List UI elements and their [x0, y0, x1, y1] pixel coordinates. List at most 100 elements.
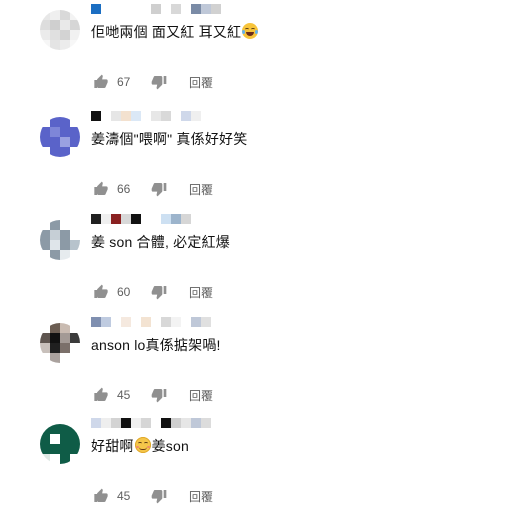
avatar-pixel [60, 117, 70, 127]
author-name-pixelated[interactable] [91, 213, 191, 225]
thumbs-down-icon[interactable] [151, 74, 167, 90]
thumbs-down-icon[interactable] [151, 181, 167, 197]
thumbs-up-icon[interactable] [93, 488, 109, 504]
avatar-pixel [40, 333, 50, 343]
avatar-pixel [50, 117, 60, 127]
name-pixel [191, 317, 201, 327]
name-pixel [181, 214, 191, 224]
name-gap [161, 4, 171, 14]
comment-text-before: 佢哋兩個 面又紅 耳又紅 [91, 24, 242, 40]
avatar-pixel [60, 424, 70, 434]
avatar[interactable] [40, 424, 80, 464]
avatar-pixel [40, 424, 50, 434]
name-gap [111, 4, 121, 14]
like-count: 45 [117, 489, 131, 503]
avatar-pixel [60, 230, 70, 240]
comment-text-after: 姜son [151, 438, 189, 454]
comment-text-before: 姜 son 合體, 必定紅爆 [91, 234, 230, 250]
avatar-pixel [60, 240, 70, 250]
name-pixel [121, 214, 131, 224]
comment-actions: 67 回覆 [93, 72, 213, 92]
like-count: 66 [117, 182, 131, 196]
avatar-pixel [60, 127, 70, 137]
name-pixel [91, 214, 101, 224]
avatar-pixel [60, 333, 70, 343]
reply-button[interactable]: 回覆 [189, 181, 213, 198]
comment: 好甜啊 姜son 45 回覆 [0, 418, 506, 524]
avatar-pixel [50, 40, 60, 50]
avatar-pixel [60, 147, 70, 157]
comment-text: 姜 son 合體, 必定紅爆 [91, 232, 230, 252]
avatar-pixel [70, 137, 80, 147]
comment: anson lo真係掂架喎! 45 回覆 [0, 317, 506, 423]
name-pixel [111, 418, 121, 428]
avatar-pixel [70, 10, 80, 20]
name-pixel [161, 111, 171, 121]
name-gap [141, 4, 151, 14]
avatar-pixel [60, 220, 70, 230]
avatar-pixel [60, 353, 70, 363]
thumbs-down-icon[interactable] [151, 387, 167, 403]
comment: 姜濤個"喂啊" 真係好好笑 66 回覆 [0, 111, 506, 217]
thumbs-up-icon[interactable] [93, 284, 109, 300]
avatar[interactable] [40, 323, 80, 363]
comment: 佢哋兩個 面又紅 耳又紅 67 回覆 [0, 4, 506, 110]
reply-button[interactable]: 回覆 [189, 284, 213, 301]
name-pixel [121, 418, 131, 428]
avatar-pixel [40, 230, 50, 240]
name-gap [121, 4, 131, 14]
avatar[interactable] [40, 220, 80, 260]
thumbs-up-icon[interactable] [93, 387, 109, 403]
name-pixel [131, 214, 141, 224]
comment-text-before: 姜濤個"喂啊" 真係好好笑 [91, 131, 248, 147]
comment-actions: 45 回覆 [93, 385, 213, 405]
avatar-pixel [70, 117, 80, 127]
name-gap [141, 111, 151, 121]
avatar-pixel [40, 240, 50, 250]
avatar-pixel [40, 127, 50, 137]
avatar-pixel [70, 40, 80, 50]
avatar-pixel [50, 30, 60, 40]
thumbs-down-icon[interactable] [151, 488, 167, 504]
thumbs-up-icon[interactable] [93, 181, 109, 197]
avatar-pixel [40, 10, 50, 20]
author-name-pixelated[interactable] [91, 3, 221, 15]
avatar-pixel [60, 40, 70, 50]
avatar-pixel [70, 220, 80, 230]
name-pixel [111, 111, 121, 121]
author-name-pixelated[interactable] [91, 110, 201, 122]
avatar-pixel [40, 250, 50, 260]
avatar[interactable] [40, 117, 80, 157]
emoji-icon [241, 23, 259, 40]
reply-button[interactable]: 回覆 [189, 74, 213, 91]
avatar-pixel [50, 20, 60, 30]
avatar-pixel [70, 323, 80, 333]
reply-button[interactable]: 回覆 [189, 387, 213, 404]
avatar-pixel [60, 250, 70, 260]
avatar-pixel [40, 40, 50, 50]
reply-button[interactable]: 回覆 [189, 488, 213, 505]
name-pixel [161, 214, 171, 224]
avatar-pixel [60, 20, 70, 30]
avatar-pixel [50, 147, 60, 157]
thumbs-down-icon[interactable] [151, 284, 167, 300]
name-pixel [201, 317, 211, 327]
name-pixel [101, 214, 111, 224]
avatar-pixel [50, 333, 60, 343]
avatar-pixel [50, 323, 60, 333]
laughing-tears-emoji-icon [242, 23, 259, 39]
name-gap [151, 214, 161, 224]
name-gap [131, 317, 141, 327]
avatar-pixel [70, 434, 80, 444]
name-pixel [91, 317, 101, 327]
name-pixel [181, 111, 191, 121]
avatar-pixel [50, 240, 60, 250]
smiling-face-emoji-icon [134, 437, 151, 453]
name-pixel [91, 418, 101, 428]
name-pixel [91, 111, 101, 121]
author-name-pixelated[interactable] [91, 417, 211, 429]
thumbs-up-icon[interactable] [93, 74, 109, 90]
avatar-pixel [50, 250, 60, 260]
author-name-pixelated[interactable] [91, 316, 211, 328]
avatar[interactable] [40, 10, 80, 50]
